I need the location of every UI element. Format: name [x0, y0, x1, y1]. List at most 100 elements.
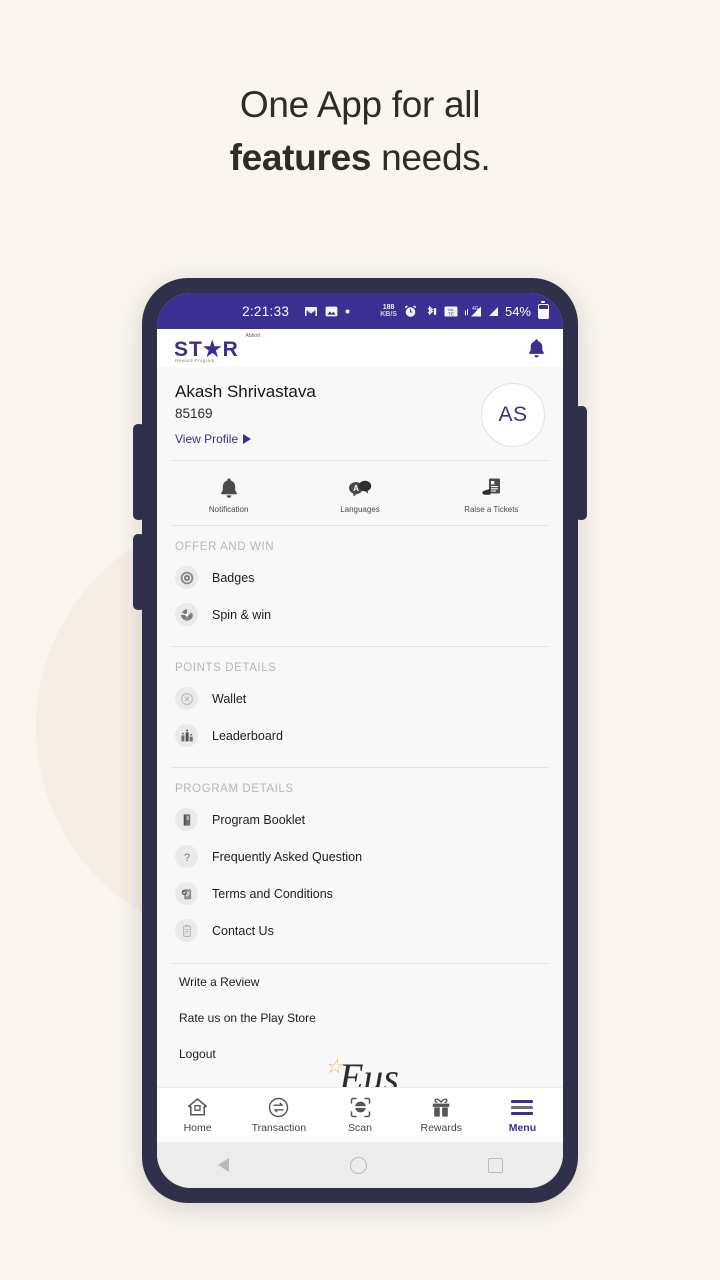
bell-icon: [219, 473, 239, 499]
profile-id: 85169: [175, 406, 213, 421]
menu-item-program-booklet[interactable]: Program Booklet: [157, 801, 563, 838]
nav-item-scan[interactable]: Scan: [319, 1096, 400, 1134]
data-rate-value: 188: [382, 304, 395, 311]
menu-item-terms-and-conditions[interactable]: Terms and Conditions: [157, 875, 563, 912]
power-button[interactable]: [133, 534, 145, 610]
spin-wheel-icon: [175, 603, 198, 626]
menu-item-label: Program Booklet: [212, 812, 306, 827]
booklet-icon: [175, 808, 198, 831]
promo-headline-bold: features: [229, 137, 372, 178]
menu-item-label: Terms and Conditions: [212, 886, 333, 901]
quick-action-label: Raise a Tickets: [464, 505, 519, 514]
section-heading-points-details: POINTS DETAILS: [175, 662, 277, 674]
recents-button[interactable]: [487, 1157, 503, 1173]
menu-scroll-body[interactable]: Akash Shrivastava 85169 View Profile AS: [157, 367, 563, 1087]
gift-icon: [430, 1096, 452, 1118]
status-clock: 2:21:33: [242, 303, 290, 319]
back-button[interactable]: [217, 1158, 229, 1172]
badge-icon: [175, 566, 198, 589]
view-profile-link[interactable]: View Profile: [175, 432, 316, 446]
menu-item-label: Contact Us: [212, 923, 274, 938]
profile-name: Akash Shrivastava: [175, 382, 316, 401]
contact-clipboard-icon: [175, 919, 198, 942]
alarm-icon: [404, 304, 417, 318]
menu-item-label: Leaderboard: [212, 728, 283, 743]
profile-card[interactable]: Akash Shrivastava 85169 View Profile AS: [157, 367, 563, 460]
svg-text:?: ?: [183, 852, 189, 864]
nav-item-home[interactable]: Home: [157, 1096, 238, 1134]
logo-brand-text: Abbott: [245, 333, 260, 339]
link-write-a-review[interactable]: Write a Review: [157, 964, 563, 1000]
nav-item-label: Menu: [508, 1122, 537, 1134]
android-system-nav: [157, 1142, 563, 1188]
app-header: ST★R Abbott Reward Program: [157, 329, 563, 367]
question-mark-icon: ?: [175, 845, 198, 868]
link-rate-us-play-store[interactable]: Rate us on the Play Store: [157, 1000, 563, 1036]
terms-icon: [175, 882, 198, 905]
notification-bell-icon[interactable]: [527, 338, 546, 358]
right-side-button[interactable]: [575, 406, 587, 520]
menu-item-contact-us[interactable]: Contact Us: [157, 912, 563, 949]
footer-watermark-logo: ☆Eus: [157, 1054, 563, 1087]
profile-text-block: Akash Shrivastava 85169 View Profile: [175, 381, 316, 446]
quick-action-notification[interactable]: Notification: [163, 473, 294, 514]
scan-icon: [350, 1096, 371, 1118]
menu-item-wallet[interactable]: Wallet: [157, 680, 563, 717]
logo-tagline: Reward Program: [175, 358, 215, 363]
menu-item-label: Wallet: [212, 691, 247, 706]
raise-ticket-icon: [480, 473, 502, 499]
volume-button[interactable]: [133, 424, 145, 520]
nav-item-label: Scan: [348, 1122, 372, 1134]
hamburger-menu-icon: [511, 1096, 534, 1118]
watermark-text: Eus: [338, 1055, 399, 1087]
signal-icon: [488, 306, 498, 316]
photo-icon: [325, 306, 338, 317]
menu-item-badges[interactable]: Badges: [157, 559, 563, 596]
nav-item-label: Home: [183, 1122, 212, 1134]
svg-text:TE: TE: [448, 311, 454, 316]
avatar[interactable]: AS: [481, 383, 545, 447]
menu-item-faq[interactable]: ? Frequently Asked Question: [157, 838, 563, 875]
menu-item-spin-and-win[interactable]: Spin & win: [157, 596, 563, 633]
leaderboard-bars-icon: [175, 724, 198, 747]
transaction-icon: [268, 1096, 289, 1118]
promo-headline-line1: One App for all: [239, 84, 481, 125]
data-rate-unit: KB/S: [380, 311, 397, 318]
data-rate-icon: 188 KB/S: [380, 304, 397, 318]
view-profile-label: View Profile: [175, 432, 239, 446]
wallet-coin-icon: [175, 687, 198, 710]
quick-action-raise-ticket[interactable]: Raise a Tickets: [426, 473, 557, 514]
bottom-navigation-bar: Home Transaction Scan Rewards Menu: [157, 1087, 563, 1142]
signal-4g-icon: 4G: [464, 305, 482, 317]
quick-action-label: Notification: [208, 505, 249, 514]
star-outline-icon: ☆: [325, 1056, 343, 1078]
home-button[interactable]: [349, 1156, 367, 1174]
svg-text:A: A: [353, 484, 359, 493]
status-bar: 2:21:33 188 KB/S VoL TE 4G 54%: [157, 293, 563, 329]
menu-item-label: Badges: [212, 570, 255, 585]
languages-chat-icon: A: [348, 473, 372, 499]
nav-item-label: Rewards: [420, 1122, 462, 1134]
dot-icon: [345, 309, 350, 314]
section-heading-program-details: PROGRAM DETAILS: [175, 783, 294, 795]
nav-item-transaction[interactable]: Transaction: [238, 1096, 319, 1134]
battery-icon: [538, 301, 549, 319]
volte-icon: VoL TE: [444, 306, 458, 317]
promo-headline-rest: needs.: [371, 137, 491, 178]
home-icon: [187, 1096, 208, 1118]
phone-mockup: 2:21:33 188 KB/S VoL TE 4G 54% ST★R Abbo…: [133, 278, 587, 1203]
menu-item-leaderboard[interactable]: Leaderboard: [157, 717, 563, 754]
battery-percent: 54%: [504, 303, 531, 319]
quick-action-languages[interactable]: A Languages: [294, 473, 425, 514]
nav-item-rewards[interactable]: Rewards: [401, 1096, 482, 1134]
phone-screen: 2:21:33 188 KB/S VoL TE 4G 54% ST★R Abbo…: [157, 293, 563, 1188]
gmail-icon: [304, 306, 318, 317]
star-reward-logo: ST★R Abbott Reward Program: [174, 333, 260, 363]
menu-item-label: Frequently Asked Question: [212, 849, 363, 864]
nav-item-menu[interactable]: Menu: [482, 1096, 563, 1134]
chevron-right-icon: [243, 434, 252, 444]
section-heading-offer-and-win: OFFER AND WIN: [175, 541, 275, 553]
quick-actions-row: Notification A Languages Raise a Tickets: [157, 461, 563, 525]
menu-item-label: Spin & win: [212, 607, 272, 622]
promo-headline: One App for all features needs.: [0, 78, 720, 184]
